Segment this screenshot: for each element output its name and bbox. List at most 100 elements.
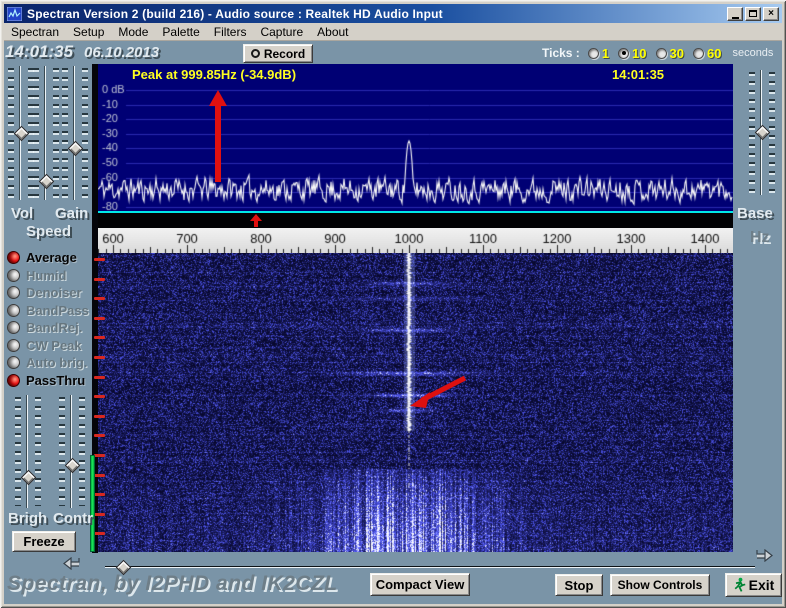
close-button[interactable]: ×: [763, 7, 779, 21]
contrast-slider-thumb[interactable]: [64, 458, 80, 474]
marker-800hz[interactable]: [250, 214, 262, 227]
freeze-button[interactable]: Freeze: [12, 531, 76, 552]
minimize-icon: [732, 17, 739, 19]
led-auto-brig[interactable]: [7, 356, 20, 369]
led-row-humid: Humid: [7, 267, 99, 285]
scroll-left-arrow[interactable]: [63, 557, 81, 570]
spectrum-canvas[interactable]: [98, 64, 733, 211]
gain-slider-label: Gain: [55, 205, 88, 222]
scroll-right-arrow-icon: [755, 549, 773, 562]
stop-label: Stop: [565, 578, 594, 593]
ticks-option-label-30: 30: [670, 46, 684, 61]
vol-slider-thumb[interactable]: [13, 125, 29, 141]
speed-slider-ticks: [53, 68, 59, 198]
ticks-radio-30[interactable]: [656, 48, 667, 59]
title-bar[interactable]: Spectran Version 2 (build 216) - Audio s…: [4, 4, 782, 23]
brightness-slider[interactable]: [15, 395, 41, 508]
gain-slider[interactable]: [62, 66, 88, 200]
peak-annotation-arrow: [204, 90, 232, 182]
time-tick: [94, 415, 105, 418]
ticks-radio-60[interactable]: [693, 48, 704, 59]
waterfall-scrollbar-track[interactable]: [105, 566, 755, 568]
frequency-scale[interactable]: [98, 228, 733, 253]
frequency-scale-canvas[interactable]: [98, 228, 733, 253]
contrast-slider-ticks: [79, 397, 85, 506]
gain-slider-thumb[interactable]: [67, 141, 83, 157]
exit-button[interactable]: Exit: [725, 573, 782, 597]
show-controls-button[interactable]: Show Controls: [610, 574, 710, 596]
speed-slider-thumb[interactable]: [38, 174, 54, 190]
led-passthru[interactable]: [7, 374, 20, 387]
record-button[interactable]: Record: [243, 44, 313, 63]
ticks-group: Ticks : 1103060 seconds: [542, 45, 773, 61]
led-humid[interactable]: [7, 269, 20, 282]
client-area: 14:01:35 06.10.2013 Record Ticks : 11030…: [4, 41, 782, 604]
maximize-button[interactable]: [745, 7, 761, 21]
show-controls-label: Show Controls: [618, 578, 703, 592]
led-label-denoiser: Denoiser: [26, 285, 82, 300]
window-title: Spectran Version 2 (build 216) - Audio s…: [27, 7, 443, 21]
brightness-slider-label: Brigh: [8, 510, 47, 527]
window-buttons: ×: [727, 7, 779, 21]
led-denoiser[interactable]: [7, 286, 20, 299]
spectrum-panel[interactable]: Peak at 999.85Hz (-34.9dB) 14:01:35: [98, 64, 733, 211]
date-display: 06.10.2013: [84, 44, 159, 61]
base-slider[interactable]: [749, 70, 775, 195]
compact-view-button[interactable]: Compact View: [370, 573, 470, 596]
contrast-slider[interactable]: [59, 395, 85, 508]
menu-item-setup[interactable]: Setup: [66, 24, 111, 40]
waterfall-panel[interactable]: [98, 253, 733, 552]
menu-item-palette[interactable]: Palette: [155, 24, 206, 40]
brightness-slider-ticks: [35, 397, 41, 506]
base-slider-thumb[interactable]: [754, 125, 770, 141]
marker-bar: [98, 213, 733, 228]
led-label-passthru: PassThru: [26, 373, 85, 388]
record-radio-icon: [251, 49, 260, 58]
menu-item-filters[interactable]: Filters: [207, 24, 254, 40]
ticks-radio-10[interactable]: [618, 48, 629, 59]
spectrum-clock: 14:01:35: [612, 67, 664, 82]
ticks-label: Ticks :: [542, 46, 580, 60]
ticks-unit-label: seconds: [732, 47, 773, 59]
scroll-right-arrow[interactable]: [755, 549, 773, 562]
app-icon-graphic: [7, 7, 22, 21]
base-slider-label: Base: [737, 205, 773, 222]
led-label-average: Average: [26, 250, 77, 265]
speed-slider[interactable]: [33, 66, 59, 200]
led-label-bandpass: BandPass: [26, 303, 89, 318]
ticks-radio-1[interactable]: [588, 48, 599, 59]
menu-item-spectran[interactable]: Spectran: [4, 24, 66, 40]
brightness-slider-thumb[interactable]: [20, 470, 36, 486]
time-tick: [94, 454, 105, 457]
exit-running-man-icon: [733, 577, 746, 593]
app-icon[interactable]: [7, 7, 22, 21]
time-tick: [94, 434, 105, 437]
hz-unit-label: Hz: [750, 229, 770, 247]
vol-slider-label: Vol: [11, 205, 33, 222]
vol-slider[interactable]: [8, 66, 34, 200]
menu-item-capture[interactable]: Capture: [253, 24, 310, 40]
record-label: Record: [264, 47, 305, 61]
ticks-option-label-60: 60: [707, 46, 721, 61]
led-average[interactable]: [7, 251, 20, 264]
freeze-label: Freeze: [23, 534, 64, 549]
close-icon: ×: [768, 9, 774, 19]
led-cw-peak[interactable]: [7, 339, 20, 352]
brightness-slider-ticks: [15, 397, 21, 506]
ticks-option-label-10: 10: [632, 46, 646, 61]
led-bandrej[interactable]: [7, 321, 20, 334]
contrast-slider-ticks: [59, 397, 65, 506]
led-row-bandpass: BandPass: [7, 302, 99, 320]
menu-item-about[interactable]: About: [310, 24, 355, 40]
time-tick: [94, 493, 105, 496]
led-row-cw-peak: CW Peak: [7, 337, 99, 355]
menu-item-mode[interactable]: Mode: [111, 24, 155, 40]
time-tick: [94, 532, 105, 535]
ticks-radio-list: 1103060: [588, 46, 731, 61]
clock-display: 14:01:35: [5, 42, 73, 62]
minimize-button[interactable]: [727, 7, 743, 21]
credit-text: Spectran, by I2PHD and IK2CZL: [7, 572, 338, 596]
led-bandpass[interactable]: [7, 304, 20, 317]
exit-label: Exit: [749, 577, 775, 593]
stop-button[interactable]: Stop: [555, 574, 603, 596]
